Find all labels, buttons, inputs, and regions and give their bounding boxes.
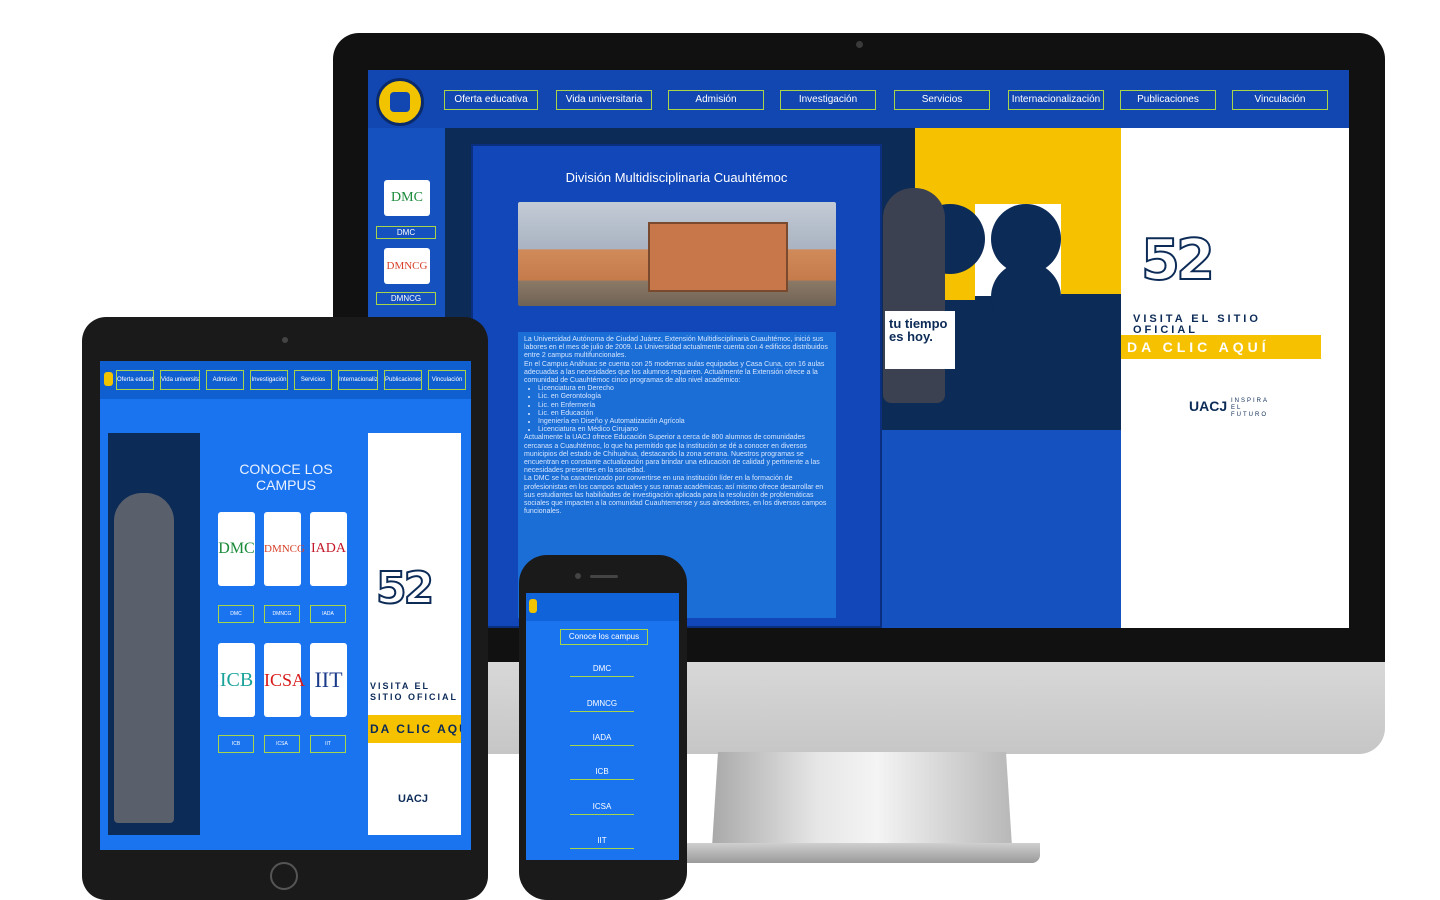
nav-internacionalizacion[interactable]: Internacionalización bbox=[338, 370, 378, 390]
imac-stand-foot bbox=[660, 843, 1040, 863]
ipad-home-button bbox=[270, 862, 298, 890]
campus-card-icsa[interactable]: ICSA bbox=[264, 643, 305, 717]
sidebar-label-dmncg[interactable]: DMNCG bbox=[376, 292, 436, 305]
program-item: Lic. en Educación bbox=[538, 410, 830, 418]
click-here-button[interactable]: DA CLIC AQUÍ bbox=[1121, 335, 1321, 359]
description-paragraph: En el Campus Anáhuac se cuenta con 25 mo… bbox=[524, 360, 825, 385]
nav-vida-universitaria[interactable]: Vida universitaria bbox=[556, 90, 652, 110]
tablet-left-banner[interactable] bbox=[108, 433, 200, 835]
student-photo bbox=[114, 493, 174, 823]
campus-label-icb[interactable]: ICB bbox=[218, 735, 254, 753]
nav-internacionalizacion[interactable]: Internacionalización bbox=[1008, 90, 1104, 110]
programs-list: Licenciatura en Derecho Lic. en Gerontol… bbox=[524, 385, 830, 434]
banner-tagline: tu tiempo es hoy. bbox=[885, 311, 955, 369]
student-photo bbox=[883, 188, 945, 403]
nav-servicios[interactable]: Servicios bbox=[294, 370, 332, 390]
tablet-right-banner[interactable]: 52 VISITA EL SITIO OFICIAL DA CLIC AQUÍ … bbox=[368, 433, 461, 835]
banner-circle-shape bbox=[991, 262, 1061, 332]
campus-card-dmc[interactable]: DMC bbox=[218, 512, 255, 586]
campus-label-dmncg[interactable]: DMNCG bbox=[264, 605, 300, 623]
description-paragraph: La Universidad Autónoma de Ciudad Juárez… bbox=[524, 336, 828, 360]
campus-menu-item-iada[interactable]: IADA bbox=[570, 730, 634, 746]
banner-yellow-block bbox=[1061, 204, 1121, 294]
campus-building-photo bbox=[518, 202, 836, 306]
campus-card-icb[interactable]: ICB bbox=[218, 643, 255, 717]
phone-screen: Conoce los campus DMC DMNCG IADA ICB ICS… bbox=[526, 593, 679, 860]
campus-label-icsa[interactable]: ICSA bbox=[264, 735, 300, 753]
panel-title: División Multidisciplinaria Cuauhtémoc bbox=[565, 170, 788, 185]
campus-menu-item-icb[interactable]: ICB bbox=[570, 764, 634, 780]
nav-servicios[interactable]: Servicios bbox=[894, 90, 990, 110]
ipad-camera bbox=[282, 337, 288, 343]
imac-camera bbox=[856, 41, 863, 48]
anniversary-52-logo: 52 bbox=[1140, 227, 1216, 294]
campus-menu-item-iit[interactable]: IIT bbox=[570, 833, 634, 849]
campus-card-dmncg[interactable]: DMNCG bbox=[264, 512, 305, 586]
anniversary-52-logo: 52 bbox=[375, 562, 435, 615]
tablet-navbar: Oferta educativa Vida universitaria Admi… bbox=[100, 361, 471, 399]
imac-stand bbox=[712, 752, 1012, 847]
phone-speaker bbox=[590, 575, 618, 578]
uacj-brand: UACJ bbox=[398, 793, 428, 805]
visit-site-text: VISITA EL SITIO OFICIAL bbox=[370, 681, 458, 702]
nav-admision[interactable]: Admisión bbox=[206, 370, 244, 390]
nav-admision[interactable]: Admisión bbox=[668, 90, 764, 110]
campus-menu-item-dmc[interactable]: DMC bbox=[570, 661, 634, 677]
uacj-seal-logo[interactable] bbox=[529, 599, 537, 613]
banner-yellow-block bbox=[915, 128, 1121, 204]
nav-vinculacion[interactable]: Vinculación bbox=[428, 370, 466, 390]
nav-oferta-educativa[interactable]: Oferta educativa bbox=[116, 370, 154, 390]
uacj-slogan: INSPIRA EL FUTURO bbox=[1231, 398, 1269, 418]
program-item: Licenciatura en Derecho bbox=[538, 385, 830, 393]
uacj-seal-logo[interactable] bbox=[376, 78, 424, 126]
campus-label-iada[interactable]: IADA bbox=[310, 605, 346, 623]
building-shape bbox=[648, 222, 788, 292]
device-mockup-scene: Oferta educativa Vida universitaria Admi… bbox=[0, 0, 1440, 900]
tablet-screen: Oferta educativa Vida universitaria Admi… bbox=[100, 361, 471, 850]
sidebar-card-dmc[interactable]: DMC bbox=[384, 180, 430, 216]
nav-publicaciones[interactable]: Publicaciones bbox=[384, 370, 422, 390]
sidebar-card-dmncg[interactable]: DMNCG bbox=[384, 248, 430, 284]
campus-info-panel: División Multidisciplinaria Cuauhtémoc L… bbox=[471, 144, 882, 628]
program-item: Lic. en Gerontología bbox=[538, 393, 830, 401]
nav-investigacion[interactable]: Investigación bbox=[250, 370, 288, 390]
apple-logo-icon bbox=[836, 676, 880, 728]
visit-site-text: VISITA EL SITIO OFICIAL bbox=[1133, 313, 1261, 336]
nav-vida-universitaria[interactable]: Vida universitaria bbox=[160, 370, 200, 390]
campus-card-iit[interactable]: IIT bbox=[310, 643, 347, 717]
campus-menu-title[interactable]: Conoce los campus bbox=[560, 629, 648, 645]
nav-publicaciones[interactable]: Publicaciones bbox=[1120, 90, 1216, 110]
nav-oferta-educativa[interactable]: Oferta educativa bbox=[444, 90, 538, 110]
campus-section-title: CONOCE LOS CAMPUS bbox=[239, 461, 333, 493]
click-here-button[interactable]: DA CLIC AQUÍ bbox=[368, 715, 461, 743]
uacj-seal-logo[interactable] bbox=[104, 372, 113, 386]
campus-card-iada[interactable]: IADA bbox=[310, 512, 347, 586]
nav-investigacion[interactable]: Investigación bbox=[780, 90, 876, 110]
banner-white-area bbox=[1121, 128, 1349, 628]
phone-camera bbox=[575, 573, 581, 579]
program-item: Ingeniería en Diseño y Automatización Ag… bbox=[538, 418, 830, 426]
campus-menu-item-dmncg[interactable]: DMNCG bbox=[570, 696, 634, 712]
desktop-screen: Oferta educativa Vida universitaria Admi… bbox=[368, 70, 1349, 628]
desktop-navbar: Oferta educativa Vida universitaria Admi… bbox=[368, 70, 1349, 128]
program-item: Licenciatura en Médico Cirujano bbox=[538, 426, 830, 434]
nav-vinculacion[interactable]: Vinculación bbox=[1232, 90, 1328, 110]
sidebar-label-dmc[interactable]: DMC bbox=[376, 226, 436, 239]
program-item: Lic. en Enfermería bbox=[538, 402, 830, 410]
uacj-brand: UACJ bbox=[1189, 398, 1228, 414]
phone-navbar bbox=[526, 593, 679, 621]
description-paragraph: Actualmente la UACJ ofrece Educación Sup… bbox=[524, 434, 820, 475]
campus-label-iit[interactable]: IIT bbox=[310, 735, 346, 753]
campus-label-dmc[interactable]: DMC bbox=[218, 605, 254, 623]
description-paragraph: La DMC se ha caracterizado por convertir… bbox=[524, 475, 827, 516]
campus-menu-item-icsa[interactable]: ICSA bbox=[570, 799, 634, 815]
